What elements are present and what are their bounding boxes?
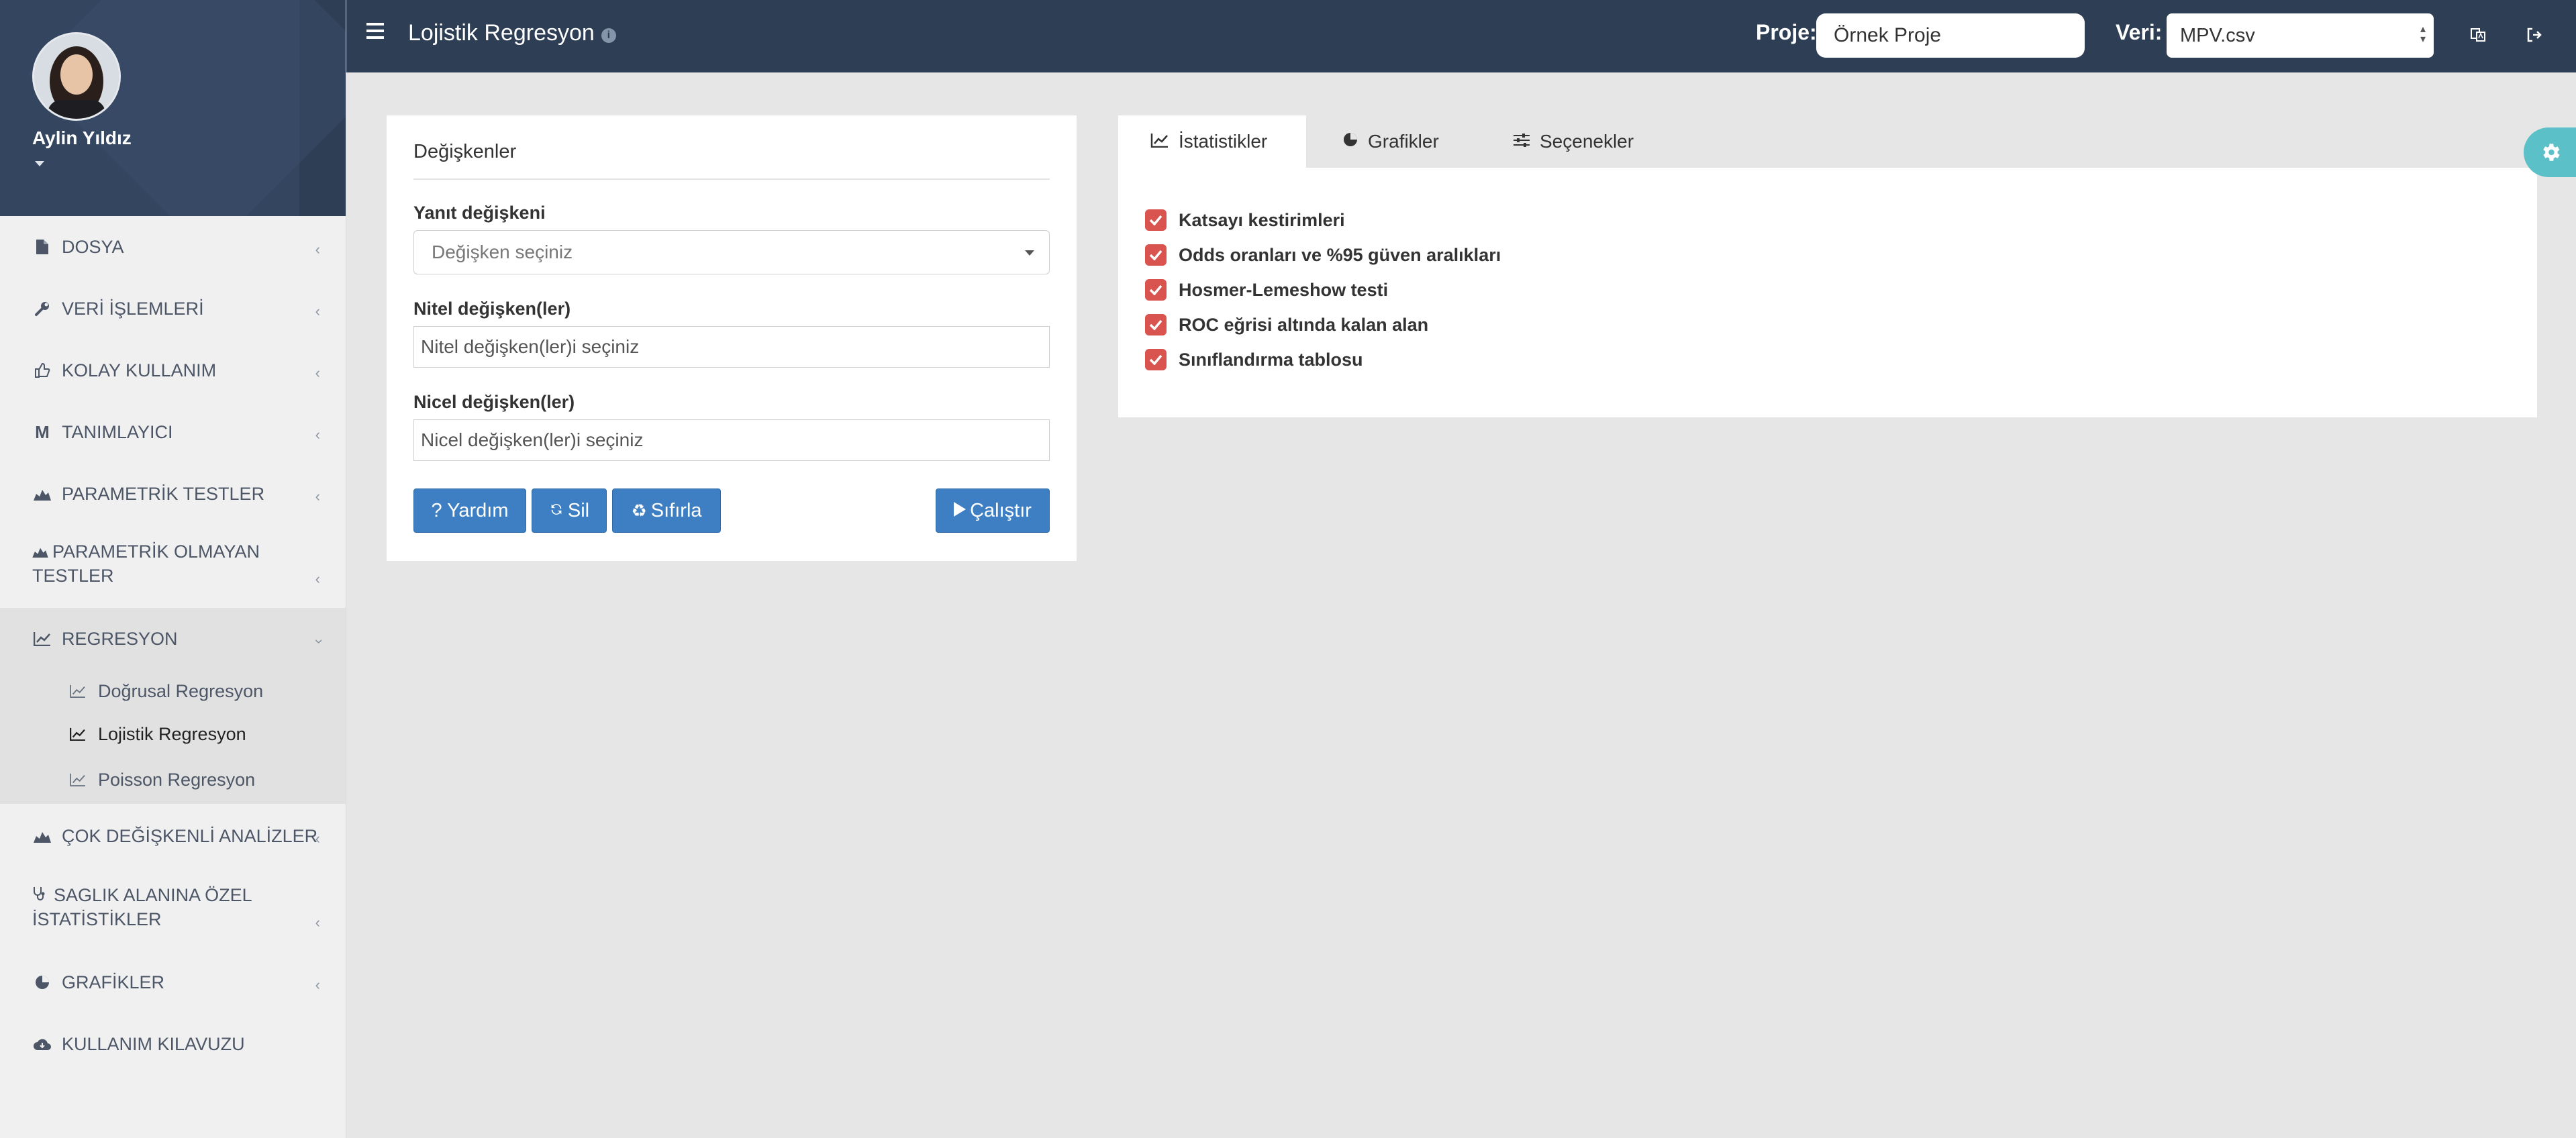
chevron-left-icon: ‹ [315,364,320,381]
sidebar-item-saglik-alanina-ozel[interactable]: SAGLIK ALANINA ÖZEL İSTATİSTİKLER ‹ [0,868,346,951]
page-title: Lojistik Regresyon i [408,20,616,46]
caret-down-icon [1025,250,1034,256]
veri-select[interactable]: MPV.csv ▴ ▾ [2167,13,2434,58]
qualitative-input[interactable]: Nitel değişken(ler)i seçiniz [413,326,1050,368]
topbar: Lojistik Regresyon i Proje: Örnek Proje V… [346,0,2576,72]
sliders-icon [1513,131,1530,152]
settings-gear-button[interactable] [2524,127,2576,177]
button-row: ? Yardım Sil ♻ Sıfırla Çalıştır [413,488,1050,533]
sidebar-subitem-poisson-regresyon[interactable]: Poisson Regresyon [0,756,346,804]
reset-button[interactable]: ♻ Sıfırla [612,488,721,533]
checkbox-checked-icon[interactable] [1145,244,1167,266]
hamburger-menu-icon[interactable] [366,23,384,43]
line-chart-icon [70,727,90,741]
language-icon[interactable] [2465,21,2491,48]
sidebar-subitem-dogrusal-regresyon[interactable]: Doğrusal Regresyon [0,670,346,713]
sidebar-item-veri-islemleri[interactable]: VERİ İŞLEMLERİ ‹ [0,278,346,340]
variables-panel: Değişkenler Yanıt değişkeni Değişken seç… [387,115,1077,561]
sidebar-item-cok-degiskenli-analizler[interactable]: ÇOK DEĞİŞKENLİ ANALİZLER ‹ [0,804,346,868]
tab-secenekler[interactable]: Seçenekler [1513,115,1634,168]
sidebar-item-kolay-kullanim[interactable]: KOLAY KULLANIM ‹ [0,340,346,401]
stats-icon [32,539,48,564]
sidebar-item-kullanim-kilavuzu[interactable]: KULLANIM KILAVUZU [0,1013,346,1075]
sidebar-item-regresyon[interactable]: REGRESYON ‹ [0,608,346,670]
stethoscope-icon [32,883,48,907]
chevron-left-icon: ‹ [315,426,320,443]
logout-icon[interactable] [2521,21,2548,48]
checkbox-checked-icon[interactable] [1145,314,1167,335]
variables-title: Değişkenler [413,115,1050,180]
stats-icon [32,829,52,843]
regresyon-group: REGRESYON ‹ Doğrusal Regresyon Lojistik … [0,608,346,804]
file-icon [32,240,52,254]
response-label: Yanıt değişkeni [413,203,546,223]
option-katsayi[interactable]: Katsayı kestirimleri [1145,209,1345,231]
istatistikler-content: Katsayı kestirimleri Odds oranları ve %9… [1118,168,2537,417]
line-chart-icon [1150,131,1169,152]
tab-grafikler[interactable]: Grafikler [1342,115,1439,168]
option-siniflandirma[interactable]: Sınıflandırma tablosu [1145,349,1363,370]
gear-icon [2543,144,2560,161]
quantitative-label: Nicel değişken(ler) [413,392,575,412]
cloud-icon [32,1037,52,1051]
response-select[interactable]: Değişken seçiniz [413,230,1050,274]
mu-icon: µ [35,421,50,442]
chevron-left-icon: ‹ [315,914,320,931]
chevron-left-icon: ‹ [315,976,320,993]
proje-label: Proje: [1756,20,1817,44]
delete-button[interactable]: Sil [532,488,607,533]
pie-chart-icon [1342,131,1358,152]
option-roc[interactable]: ROC eğrisi altında kalan alan [1145,314,1428,335]
run-button[interactable]: Çalıştır [936,488,1050,533]
sidebar-menu: DOSYA ‹ VERİ İŞLEMLERİ ‹ KOLAY KULLANIM … [0,216,346,1075]
chevron-down-icon: ‹ [309,639,326,644]
recycle-icon: ♻ [631,500,647,521]
line-chart-icon [32,631,52,646]
checkbox-checked-icon[interactable] [1145,349,1167,370]
checkbox-checked-icon[interactable] [1145,209,1167,231]
checkbox-checked-icon[interactable] [1145,279,1167,301]
profile-caret-icon[interactable] [35,161,44,166]
line-chart-icon [70,773,90,786]
sidebar-item-tanimlayici[interactable]: µ TANIMLAYICI ‹ [0,401,346,463]
select-arrows-icon: ▴ ▾ [2420,23,2426,45]
info-icon[interactable]: i [601,28,616,43]
option-odds[interactable]: Odds oranları ve %95 güven aralıkları [1145,244,1501,266]
qualitative-label: Nitel değişken(ler) [413,299,571,319]
chevron-left-icon: ‹ [315,570,320,587]
tab-istatistikler[interactable]: İstatistikler [1118,115,1306,168]
sidebar-item-grafikler[interactable]: GRAFİKLER ‹ [0,951,346,1013]
sidebar-subitem-lojistik-regresyon[interactable]: Lojistik Regresyon [0,713,346,756]
sidebar-item-parametrik-olmayan-testler[interactable]: PARAMETRİK OLMAYAN TESTLER ‹ [0,525,346,608]
wrench-icon [32,301,52,317]
option-hosmer[interactable]: Hosmer-Lemeshow testi [1145,279,1388,301]
quantitative-input[interactable]: Nicel değişken(ler)i seçiniz [413,419,1050,461]
pie-chart-icon [32,974,52,990]
chevron-left-icon: ‹ [315,488,320,505]
veri-label: Veri: [2116,20,2163,44]
avatar[interactable] [32,32,121,121]
chevron-left-icon: ‹ [315,830,320,847]
chevron-left-icon: ‹ [315,303,320,319]
play-icon [954,500,967,522]
sidebar-item-dosya[interactable]: DOSYA ‹ [0,216,346,278]
stats-icon [32,487,52,501]
profile-panel: Aylin Yıldız [0,0,346,216]
line-chart-icon [70,684,90,698]
thumbs-up-icon [32,362,52,378]
proje-input[interactable]: Örnek Proje [1816,13,2085,58]
chevron-left-icon: ‹ [315,241,320,258]
help-button[interactable]: ? Yardım [413,488,526,533]
sidebar: Aylin Yıldız DOSYA ‹ VERİ İŞLEMLERİ ‹ KO… [0,0,346,1138]
profile-name[interactable]: Aylin Yıldız [32,127,132,149]
refresh-icon [549,500,564,522]
sidebar-item-parametrik-testler[interactable]: PARAMETRİK TESTLER ‹ [0,463,346,525]
